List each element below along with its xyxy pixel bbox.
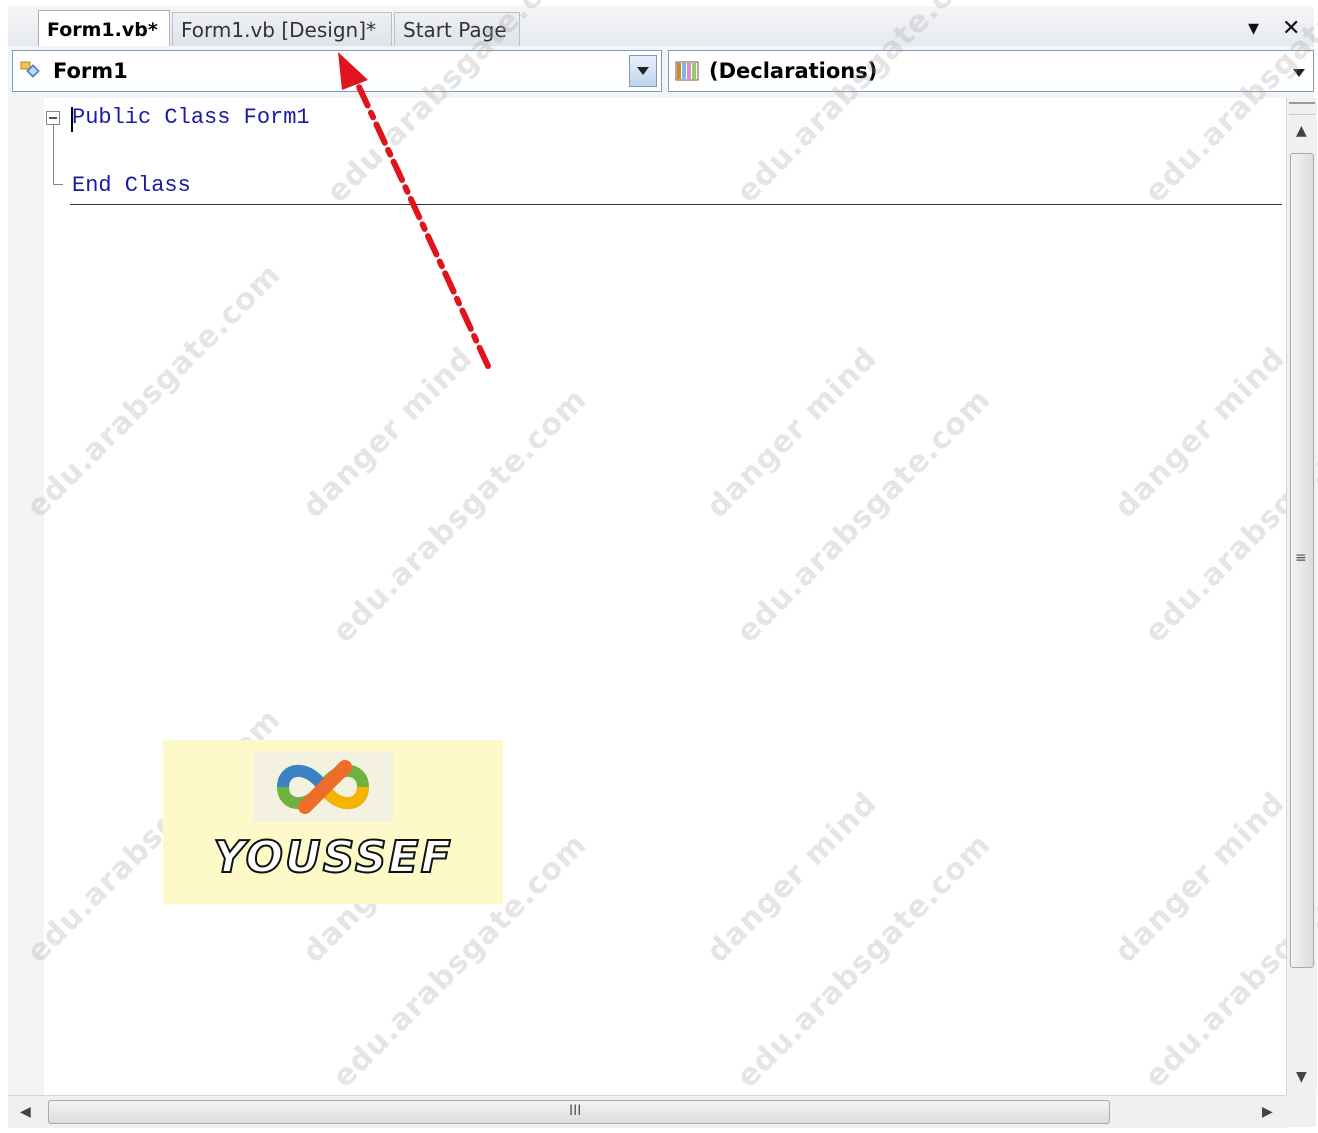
tab-form1-vb[interactable]: Form1.vb*: [38, 10, 170, 48]
tab-form1-design[interactable]: Form1.vb [Design]*: [172, 12, 392, 46]
grip-icon: III: [569, 1103, 582, 1119]
code-editor-surface[interactable]: [8, 98, 1286, 1095]
vertical-scroll-thumb[interactable]: ≡: [1290, 153, 1314, 968]
horizontal-scroll-thumb[interactable]: III: [48, 1100, 1110, 1124]
code-line-3[interactable]: End Class: [72, 173, 191, 198]
chevron-down-icon[interactable]: ▾: [1248, 14, 1259, 44]
horizontal-scrollbar[interactable]: ◀ III ▶: [8, 1095, 1286, 1128]
scrollbar-corner: [1286, 1095, 1316, 1127]
code-keyword: End Class: [72, 173, 191, 198]
scroll-up-arrow-icon[interactable]: ▲: [1296, 124, 1307, 138]
code-class-name: Form1: [243, 105, 310, 130]
code-keyword: Public Class: [72, 105, 231, 130]
chevron-down-icon: [637, 67, 649, 75]
vs-code-editor-window: Form1.vb* Form1.vb [Design]* Start Page …: [0, 0, 1318, 1133]
logo-mark: [253, 752, 393, 822]
outline-guide: [53, 125, 54, 185]
annotation-arrow: [338, 52, 491, 369]
class-combo-value: Form1: [53, 59, 128, 83]
document-tab-strip: Form1.vb* Form1.vb [Design]* Start Page …: [8, 6, 1314, 48]
youssef-logo: YOUSSEF: [163, 740, 503, 904]
class-icon: [20, 61, 40, 78]
text-caret: [71, 107, 73, 132]
procedure-separator: [70, 204, 1282, 205]
splitter-handle[interactable]: [1289, 102, 1315, 115]
collapse-region-icon[interactable]: [46, 111, 60, 125]
navigation-bar: Form1 (Declarations): [8, 46, 1314, 99]
outline-guide-end: [53, 184, 63, 185]
class-combo-dropdown-button[interactable]: [629, 55, 657, 87]
code-line-1[interactable]: Public Class Form1: [72, 105, 310, 130]
vertical-scrollbar[interactable]: ▲ ≡ ▼: [1286, 98, 1317, 1095]
declarations-icon: [675, 61, 699, 81]
visual-studio-logo-icon: [276, 760, 370, 814]
logo-text: YOUSSEF: [212, 831, 453, 884]
member-name-combobox[interactable]: (Declarations): [668, 50, 1314, 92]
scroll-left-arrow-icon[interactable]: ◀: [20, 1105, 31, 1119]
scroll-right-arrow-icon[interactable]: ▶: [1262, 1105, 1273, 1119]
grip-icon: ≡: [1295, 550, 1307, 566]
scroll-down-arrow-icon[interactable]: ▼: [1296, 1070, 1307, 1084]
